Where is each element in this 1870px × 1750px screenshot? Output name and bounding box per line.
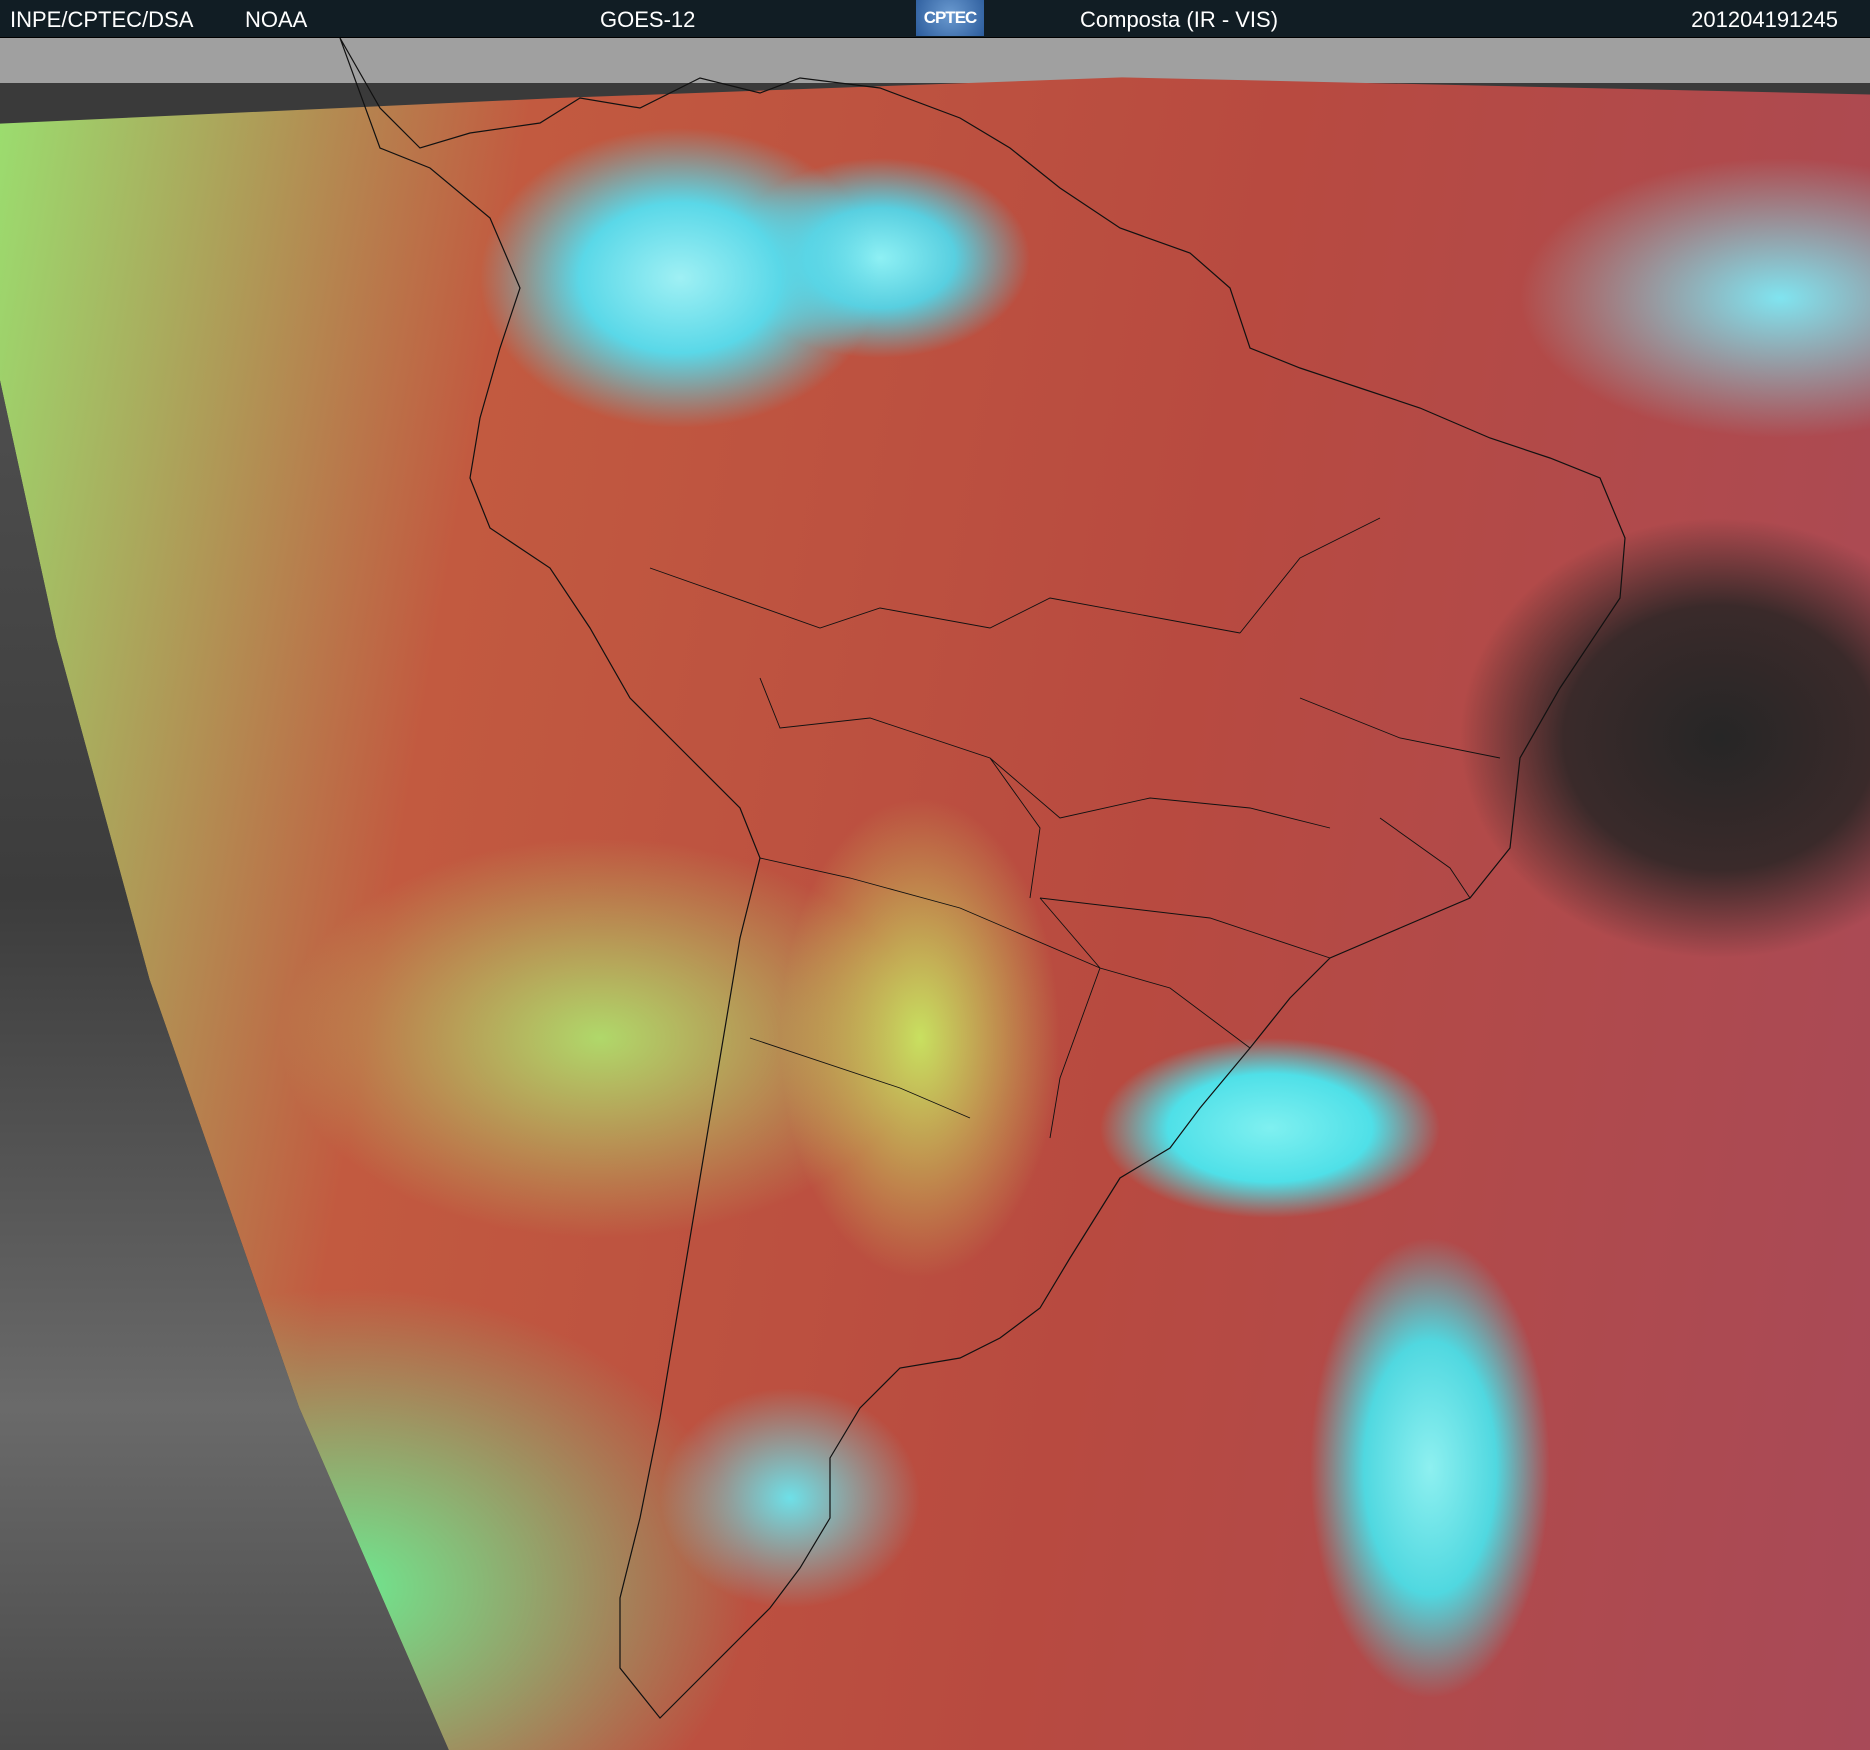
satellite-label: GOES-12 bbox=[600, 7, 696, 32]
country-borders bbox=[649, 517, 1501, 1139]
product-label: Composta (IR - VIS) bbox=[1080, 7, 1279, 32]
institution-label: INPE/CPTEC/DSA bbox=[10, 7, 194, 32]
cptec-logo: CPTEC bbox=[916, 0, 984, 36]
header-bar: INPE/CPTEC/DSA NOAA GOES-12 CPTEC Compos… bbox=[0, 0, 1870, 38]
south-america-coastline bbox=[339, 38, 1626, 1719]
satellite-image bbox=[0, 38, 1870, 1750]
agency-label: NOAA bbox=[245, 7, 308, 32]
coastline-overlay bbox=[339, 38, 1626, 1719]
cptec-logo-text: CPTEC bbox=[923, 8, 978, 27]
timestamp-label: 201204191245 bbox=[1691, 7, 1838, 32]
